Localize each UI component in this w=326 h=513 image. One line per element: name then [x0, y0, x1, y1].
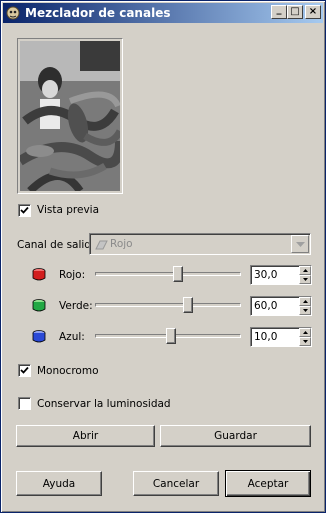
preserve-luminosity-label[interactable]: Conservar la luminosidad — [37, 398, 171, 410]
checkmark-icon — [20, 206, 29, 214]
close-icon: × — [308, 6, 318, 17]
decrement-button[interactable] — [299, 306, 311, 315]
red-channel-label: Rojo: — [59, 269, 86, 281]
gimp-app-icon — [5, 5, 21, 21]
decrement-button[interactable] — [299, 275, 311, 284]
red-slider-track[interactable] — [95, 266, 241, 282]
preview-frame — [17, 38, 123, 194]
red-spinbutton[interactable]: 30,0 — [250, 265, 312, 285]
red-value: 30,0 — [254, 269, 278, 281]
increment-button[interactable] — [299, 266, 311, 275]
channel-mixer-dialog: Mezclador de canales _ □ × Vista previa … — [0, 0, 326, 513]
preview-image — [20, 41, 120, 191]
checkmark-icon — [20, 366, 29, 374]
decrement-button[interactable] — [299, 337, 311, 346]
open-button-label: Abrir — [72, 430, 99, 442]
increment-button[interactable] — [299, 297, 311, 306]
green-value: 60,0 — [254, 300, 278, 312]
monochrome-label[interactable]: Monocromo — [37, 365, 99, 377]
save-button[interactable]: Guardar — [160, 425, 311, 447]
output-channel-select[interactable]: Rojo — [89, 233, 311, 255]
green-slider-thumb[interactable] — [183, 297, 193, 313]
preserve-luminosity-checkbox[interactable] — [18, 397, 31, 410]
close-button[interactable]: × — [305, 5, 321, 19]
maximize-icon: □ — [290, 6, 300, 17]
red-channel-icon — [94, 238, 108, 254]
accept-button[interactable]: Aceptar — [225, 470, 311, 497]
help-button-label: Ayuda — [42, 477, 76, 490]
preview-checkbox[interactable] — [18, 204, 31, 217]
window-title: Mezclador de canales — [25, 6, 171, 20]
accept-button-label: Aceptar — [247, 477, 289, 490]
blue-slider-thumb[interactable] — [166, 328, 176, 344]
minimize-button[interactable]: _ — [271, 5, 287, 19]
chevron-down-icon — [295, 241, 305, 247]
green-spinbutton[interactable]: 60,0 — [250, 296, 312, 316]
maximize-button[interactable]: □ — [287, 5, 303, 19]
blue-channel-icon — [32, 329, 46, 343]
monochrome-checkbox[interactable] — [18, 364, 31, 377]
green-channel-label: Verde: — [59, 300, 93, 312]
blue-slider-track[interactable] — [95, 328, 241, 344]
help-button[interactable]: Ayuda — [16, 471, 102, 496]
green-channel-icon — [32, 298, 46, 312]
cancel-button[interactable]: Cancelar — [133, 471, 219, 496]
open-button[interactable]: Abrir — [16, 425, 155, 447]
increment-button[interactable] — [299, 328, 311, 337]
save-button-label: Guardar — [214, 430, 257, 442]
preview-label[interactable]: Vista previa — [37, 204, 99, 216]
minimize-icon: _ — [276, 4, 282, 15]
dropdown-button[interactable] — [291, 235, 309, 253]
green-slider-track[interactable] — [95, 297, 241, 313]
red-slider-thumb[interactable] — [173, 266, 183, 282]
title-bar[interactable]: Mezclador de canales _ □ × — [3, 3, 323, 23]
blue-value: 10,0 — [254, 331, 278, 343]
cancel-button-label: Cancelar — [152, 477, 200, 490]
blue-channel-label: Azul: — [59, 331, 85, 343]
output-channel-value: Rojo — [110, 238, 133, 250]
red-channel-icon — [32, 267, 46, 281]
blue-spinbutton[interactable]: 10,0 — [250, 327, 312, 347]
